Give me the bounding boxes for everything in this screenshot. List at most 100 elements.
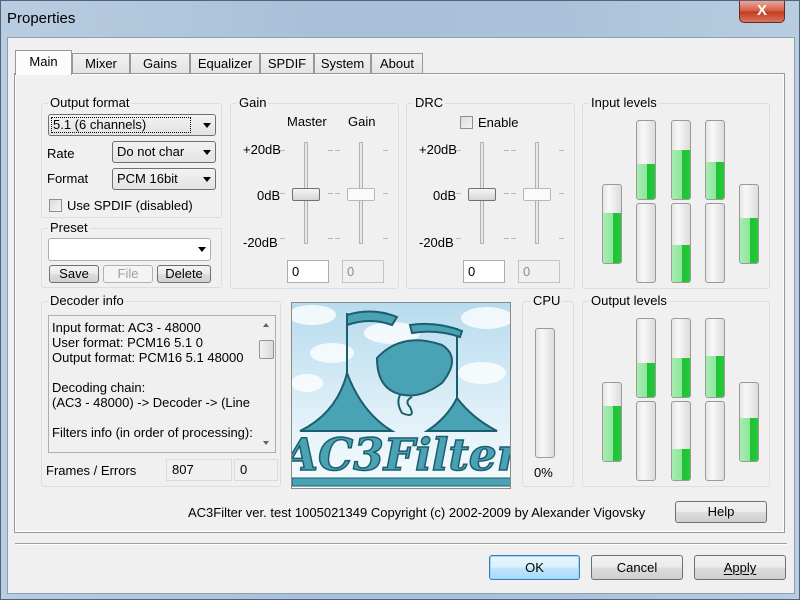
channels-select[interactable]: 5.1 (6 channels) [48, 114, 216, 136]
level-meter-fill [637, 163, 655, 199]
scale-bottom-label: -20dB [243, 235, 278, 250]
drc-label: DRC [413, 95, 446, 111]
use-spdif-checkbox[interactable] [49, 199, 62, 212]
level-meter-fill [672, 149, 690, 199]
gain-input[interactable]: 0 [342, 260, 384, 283]
level-meter-fr [705, 120, 725, 200]
slider-tick [335, 238, 340, 239]
level-meter-fill [672, 244, 690, 282]
level-meter-l [602, 184, 622, 264]
decoder-info-line: User format: PCM16 5.1 0 [52, 335, 203, 350]
decoder-info-scrollbar[interactable] [258, 316, 275, 452]
level-meter-c [671, 318, 691, 398]
tab-mixer[interactable]: Mixer [72, 53, 130, 74]
slider-thumb[interactable] [468, 188, 496, 201]
scroll-thumb[interactable] [259, 340, 274, 359]
level-meter-fill [637, 362, 655, 397]
drc-group: DRC Enable +20dB 0dB -20dB 0 0 [406, 95, 575, 289]
input-levels-group: Input levels [582, 95, 770, 289]
level-meter-fill [672, 448, 690, 480]
master-label: Master [287, 114, 327, 129]
separator [15, 543, 787, 545]
help-button[interactable]: Help [675, 501, 767, 523]
output-format-label: Output format [48, 95, 132, 111]
level-meter-fill [706, 355, 724, 397]
tab-about[interactable]: About [371, 53, 423, 74]
slider-tick [328, 150, 333, 151]
chevron-down-icon [203, 150, 211, 155]
decoder-info-line: Filters info (in order of processing): [52, 425, 253, 440]
drc-slider[interactable] [456, 138, 509, 248]
level-meter-fill [603, 213, 621, 263]
drc-level-slider[interactable] [511, 138, 564, 248]
cancel-button[interactable]: Cancel [591, 555, 683, 580]
tab-spdif[interactable]: SPDIF [260, 53, 314, 74]
decoder-info-lines: Input format: AC3 - 48000 User format: PC… [52, 320, 257, 440]
slider-tick [504, 150, 509, 151]
slider-thumb[interactable] [292, 188, 320, 201]
chevron-down-icon [203, 123, 211, 128]
level-meter-fill [603, 406, 621, 461]
decoder-info-text[interactable]: Input format: AC3 - 48000 User format: PC… [48, 315, 276, 453]
scroll-down-icon[interactable] [263, 441, 269, 445]
chevron-down-icon [203, 177, 211, 182]
slider-tick [335, 150, 340, 151]
slider-thumb[interactable] [347, 188, 375, 201]
ac3filter-logo: AC3Filter [291, 302, 511, 489]
scroll-up-icon[interactable] [263, 323, 269, 327]
slider-tick [456, 238, 461, 239]
input-levels-label: Input levels [589, 95, 659, 111]
preset-label: Preset [48, 220, 90, 236]
level-meter-fill [740, 418, 758, 461]
errors-count: 0 [234, 459, 278, 481]
slider-tick [383, 238, 388, 239]
apply-button[interactable]: Apply [694, 555, 786, 580]
slider-tick [328, 193, 333, 194]
level-meter-fl [636, 318, 656, 398]
slider-tick [559, 238, 564, 239]
tab-system[interactable]: System [314, 53, 371, 74]
level-meter-fill [740, 217, 758, 263]
level-meter-r [739, 382, 759, 462]
drc-enable-checkbox[interactable] [460, 116, 473, 129]
save-preset-button[interactable]: Save [49, 265, 99, 283]
slider-tick [456, 150, 461, 151]
title-bar[interactable]: Properties X [1, 1, 800, 37]
gain-slider[interactable] [335, 138, 388, 248]
frames-errors-label: Frames / Errors [46, 463, 137, 478]
close-button[interactable]: X [739, 1, 785, 23]
format-select[interactable]: PCM 16bit [112, 168, 216, 190]
level-meter-lfe [671, 401, 691, 481]
slider-tick [559, 193, 564, 194]
gain-label: Gain [237, 95, 269, 111]
main-tab-panel: Output format 5.1 (6 channels) Rate Do n… [14, 73, 785, 533]
slider-tick [383, 193, 388, 194]
preset-select[interactable] [48, 238, 211, 261]
scale-mid-label: 0dB [257, 188, 281, 203]
close-icon: X [756, 2, 767, 19]
slider-tick [335, 193, 340, 194]
decoder-info-label: Decoder info [48, 293, 126, 309]
tab-equalizer[interactable]: Equalizer [190, 53, 260, 74]
level-meter-c [671, 120, 691, 200]
drc-level-input[interactable]: 0 [518, 260, 560, 283]
cpu-group: CPU 0% [522, 293, 574, 487]
drc-input[interactable]: 0 [463, 260, 505, 283]
file-preset-button[interactable]: File [103, 265, 153, 283]
delete-preset-button[interactable]: Delete [157, 265, 211, 283]
ok-button[interactable]: OK [489, 555, 580, 580]
slider-thumb[interactable] [523, 188, 551, 201]
tab-gains[interactable]: Gains [130, 53, 190, 74]
rate-select[interactable]: Do not char [112, 141, 216, 163]
level-meter-l [602, 382, 622, 462]
slider-tick [511, 150, 516, 151]
level-meter-sl [636, 203, 656, 283]
master-gain-input[interactable]: 0 [287, 260, 329, 283]
focus-rect [51, 117, 191, 133]
tab-main[interactable]: Main [15, 50, 72, 75]
scale-mid-label: 0dB [433, 188, 457, 203]
slider-tick [456, 193, 461, 194]
level-meter-fill [706, 161, 724, 199]
decoder-info-line: Output format: PCM16 5.1 48000 [52, 350, 244, 365]
master-gain-slider[interactable] [280, 138, 333, 248]
